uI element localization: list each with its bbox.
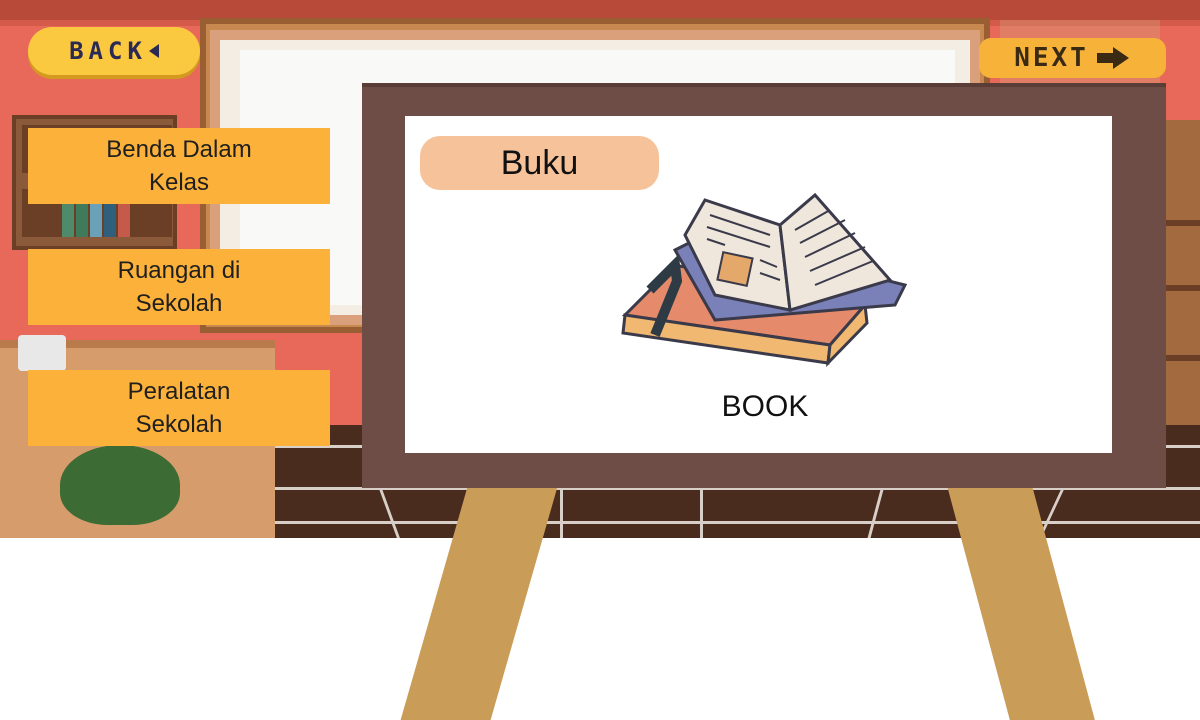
back-arrow-icon	[148, 44, 159, 58]
shelf-board	[1162, 285, 1200, 291]
word-caption: BOOK	[721, 390, 809, 423]
plant	[60, 445, 180, 525]
word-tag: Buku	[420, 136, 659, 190]
wall-top-trim	[0, 0, 1200, 20]
open-book-icon	[621, 192, 908, 368]
back-button-label: BACK	[69, 37, 147, 65]
next-button[interactable]: NEXT	[979, 38, 1166, 78]
menu-item-peralatan-sekolah[interactable]: Peralatan Sekolah	[28, 370, 330, 446]
shelf-board	[1162, 220, 1200, 226]
menu-item-label: Benda Dalam Kelas	[106, 136, 252, 196]
menu-item-label: Ruangan di Sekolah	[117, 257, 241, 317]
right-bookshelf	[1162, 120, 1200, 450]
menu-item-ruangan-di-sekolah[interactable]: Ruangan di Sekolah	[28, 249, 330, 325]
shelf-board	[1162, 355, 1200, 361]
menu-item-benda-dalam-kelas[interactable]: Benda Dalam Kelas	[28, 128, 330, 204]
word-tag-label: Buku	[500, 143, 579, 182]
pencil-cup	[18, 335, 66, 371]
back-button[interactable]: BACK	[28, 27, 200, 75]
right-arrow-icon	[1096, 47, 1131, 69]
next-button-label: NEXT	[1014, 43, 1089, 73]
menu-item-label: Peralatan Sekolah	[127, 378, 231, 438]
